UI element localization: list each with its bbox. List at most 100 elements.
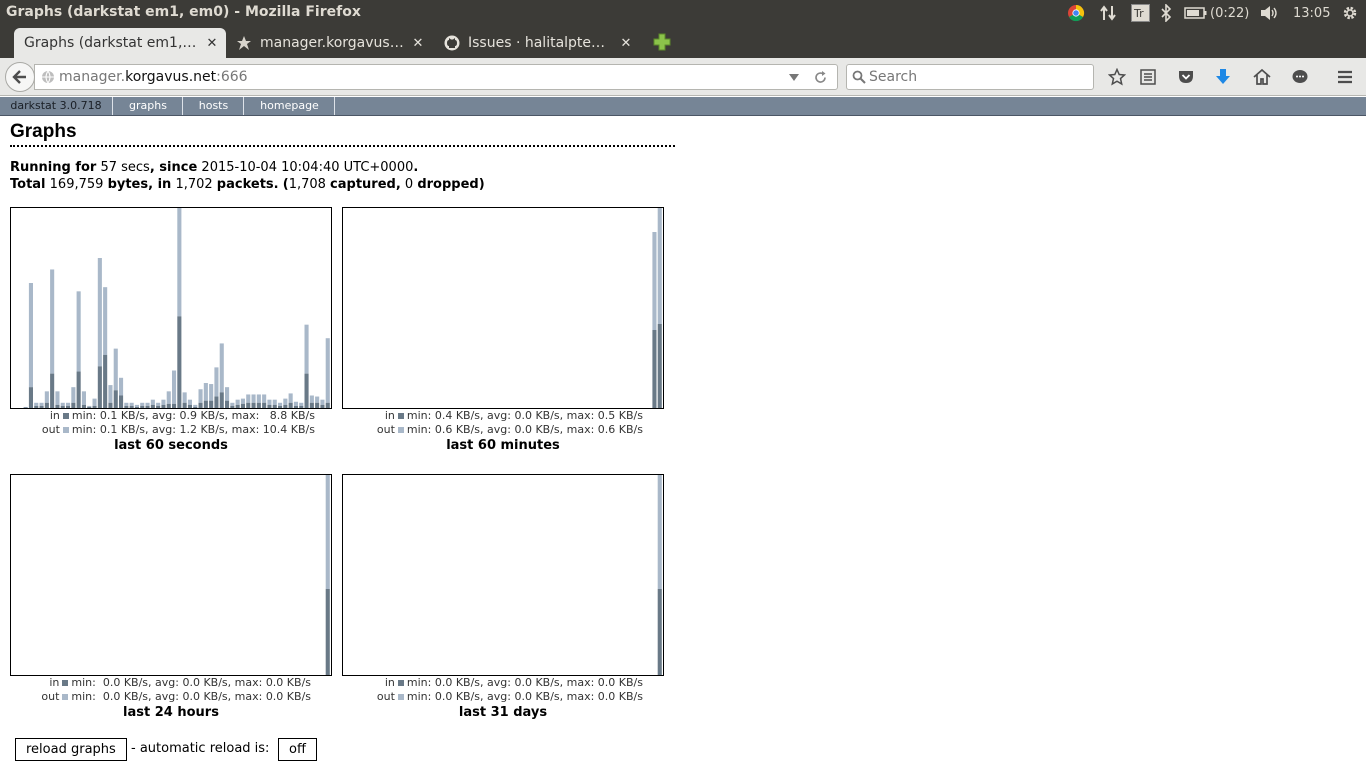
bar-in (240, 403, 245, 408)
legend-in-values: min: 0.0 KB/s, avg: 0.0 KB/s, max: 0.0 K… (406, 676, 643, 689)
out-swatch (62, 693, 69, 700)
graph-last-24-hours (10, 474, 332, 676)
bar-in (262, 402, 267, 408)
legend-out-values: min: 0.6 KB/s, avg: 0.0 KB/s, max: 0.6 K… (406, 423, 643, 436)
github-icon (444, 35, 460, 51)
out-swatch (62, 426, 69, 433)
legend-in-values: min: 0.0 KB/s, avg: 0.0 KB/s, max: 0.0 K… (71, 676, 311, 689)
graph-last-31-days (342, 474, 664, 676)
bar-in (129, 405, 134, 408)
bar-in (177, 316, 182, 408)
in-swatch (62, 412, 69, 419)
tab-label: Graphs (darkstat em1, em0) (24, 35, 198, 51)
legend-in-label: in (384, 409, 395, 422)
bookmark-star-icon[interactable] (1107, 67, 1127, 87)
bar-out (39, 402, 44, 406)
settings-gear-icon[interactable] (1339, 3, 1361, 23)
bar-in (288, 402, 293, 408)
chrome-icon[interactable] (1066, 3, 1086, 23)
bar-out (76, 291, 81, 372)
back-button[interactable] (5, 62, 35, 92)
bluetooth-icon[interactable] (1158, 3, 1174, 23)
bar-in (134, 406, 139, 408)
bar-in (150, 404, 155, 408)
bar-in (39, 405, 44, 408)
bar-out (209, 384, 214, 401)
autoreload-toggle-button[interactable]: off (278, 738, 317, 761)
bar-in (28, 387, 33, 408)
bar-in (60, 405, 65, 408)
bar-in (119, 395, 124, 408)
bar-in (103, 354, 108, 408)
tab-label: manager.korgavus.net:666 (260, 35, 404, 51)
menu-item-hosts[interactable]: hosts (184, 97, 244, 115)
legend-in-label: in (384, 676, 395, 689)
close-icon[interactable]: ✕ (204, 36, 220, 51)
legend-out: out min: 0.1 KB/s, avg: 1.2 KB/s, max: 10… (10, 423, 315, 436)
hamburger-menu-icon[interactable] (1335, 67, 1355, 87)
bar-out (124, 402, 129, 406)
close-icon[interactable]: ✕ (410, 36, 426, 51)
bar-out (283, 398, 288, 405)
bar-out (156, 402, 161, 406)
bar-out (272, 399, 277, 405)
bar-chart (657, 475, 662, 675)
search-input[interactable] (869, 65, 1089, 89)
network-icon[interactable] (1098, 3, 1118, 23)
translate-icon[interactable]: Tr (1130, 3, 1150, 23)
bar-in (256, 402, 261, 408)
tab-label: Issues · halitalptekin/ (468, 35, 612, 51)
legend-in: in min: 0.1 KB/s, avg: 0.9 KB/s, max: 8.8… (10, 409, 315, 422)
legend-in-values: min: 0.1 KB/s, avg: 0.9 KB/s, max: 8.8 K… (71, 409, 315, 422)
graph-title: last 24 hours (123, 705, 219, 720)
bar-out (325, 475, 330, 589)
bar-out (172, 370, 177, 404)
bar-out (71, 387, 76, 403)
dropdown-arrow-icon[interactable] (789, 74, 799, 82)
chat-bubble-icon[interactable] (1290, 67, 1310, 87)
new-tab-plus-icon[interactable] (652, 32, 672, 52)
battery-icon[interactable] (1183, 3, 1209, 23)
bar-in (272, 404, 277, 408)
tab-manager[interactable]: manager.korgavus.net:666 ✕ (232, 28, 432, 58)
bar-in (657, 324, 662, 408)
total-stats: Total 169,759 bytes, in 1,702 packets. (… (10, 177, 485, 192)
bar-out (108, 385, 113, 403)
running-duration: 57 secs (100, 160, 150, 175)
clock[interactable]: 13:05 (1293, 3, 1330, 23)
bar-out (66, 402, 71, 406)
menu-item-graphs[interactable]: graphs (114, 97, 183, 115)
graph-title: last 60 minutes (446, 438, 560, 453)
home-icon[interactable] (1252, 67, 1272, 87)
bar-out (92, 398, 97, 406)
volume-icon[interactable] (1258, 3, 1280, 23)
reload-graphs-button[interactable]: reload graphs (15, 738, 127, 761)
tab-graphs[interactable]: Graphs (darkstat em1, em0) ✕ (14, 28, 226, 58)
bar-out (214, 367, 219, 397)
legend-in: in min: 0.4 KB/s, avg: 0.0 KB/s, max: 0.5… (342, 409, 643, 422)
bar-out (134, 404, 139, 407)
tab-issues[interactable]: Issues · halitalptekin/ ✕ (440, 28, 640, 58)
bar-out (262, 394, 267, 403)
total-label: Total (10, 177, 46, 192)
graph-title: last 31 days (458, 705, 548, 720)
dropped-label: dropped) (417, 177, 485, 192)
search-bar[interactable] (846, 64, 1094, 90)
menu-item-homepage[interactable]: homepage (245, 97, 335, 115)
reload-icon[interactable] (813, 70, 828, 85)
bar-out (293, 401, 298, 406)
out-swatch (397, 426, 404, 433)
url-bar[interactable]: manager.korgavus.net:666 (34, 64, 838, 90)
bar-out (103, 287, 108, 355)
bar-in (87, 406, 92, 408)
pocket-icon[interactable] (1176, 67, 1196, 87)
reading-list-icon[interactable] (1138, 67, 1158, 87)
downloads-icon[interactable] (1213, 67, 1233, 87)
bar-out (81, 391, 86, 405)
bar-in (92, 405, 97, 408)
running-period: . (413, 160, 419, 175)
close-icon[interactable]: ✕ (618, 36, 634, 51)
legend-out-label: out (376, 423, 395, 436)
bar-out (150, 399, 155, 405)
captured-count: 1,708 (288, 177, 326, 192)
